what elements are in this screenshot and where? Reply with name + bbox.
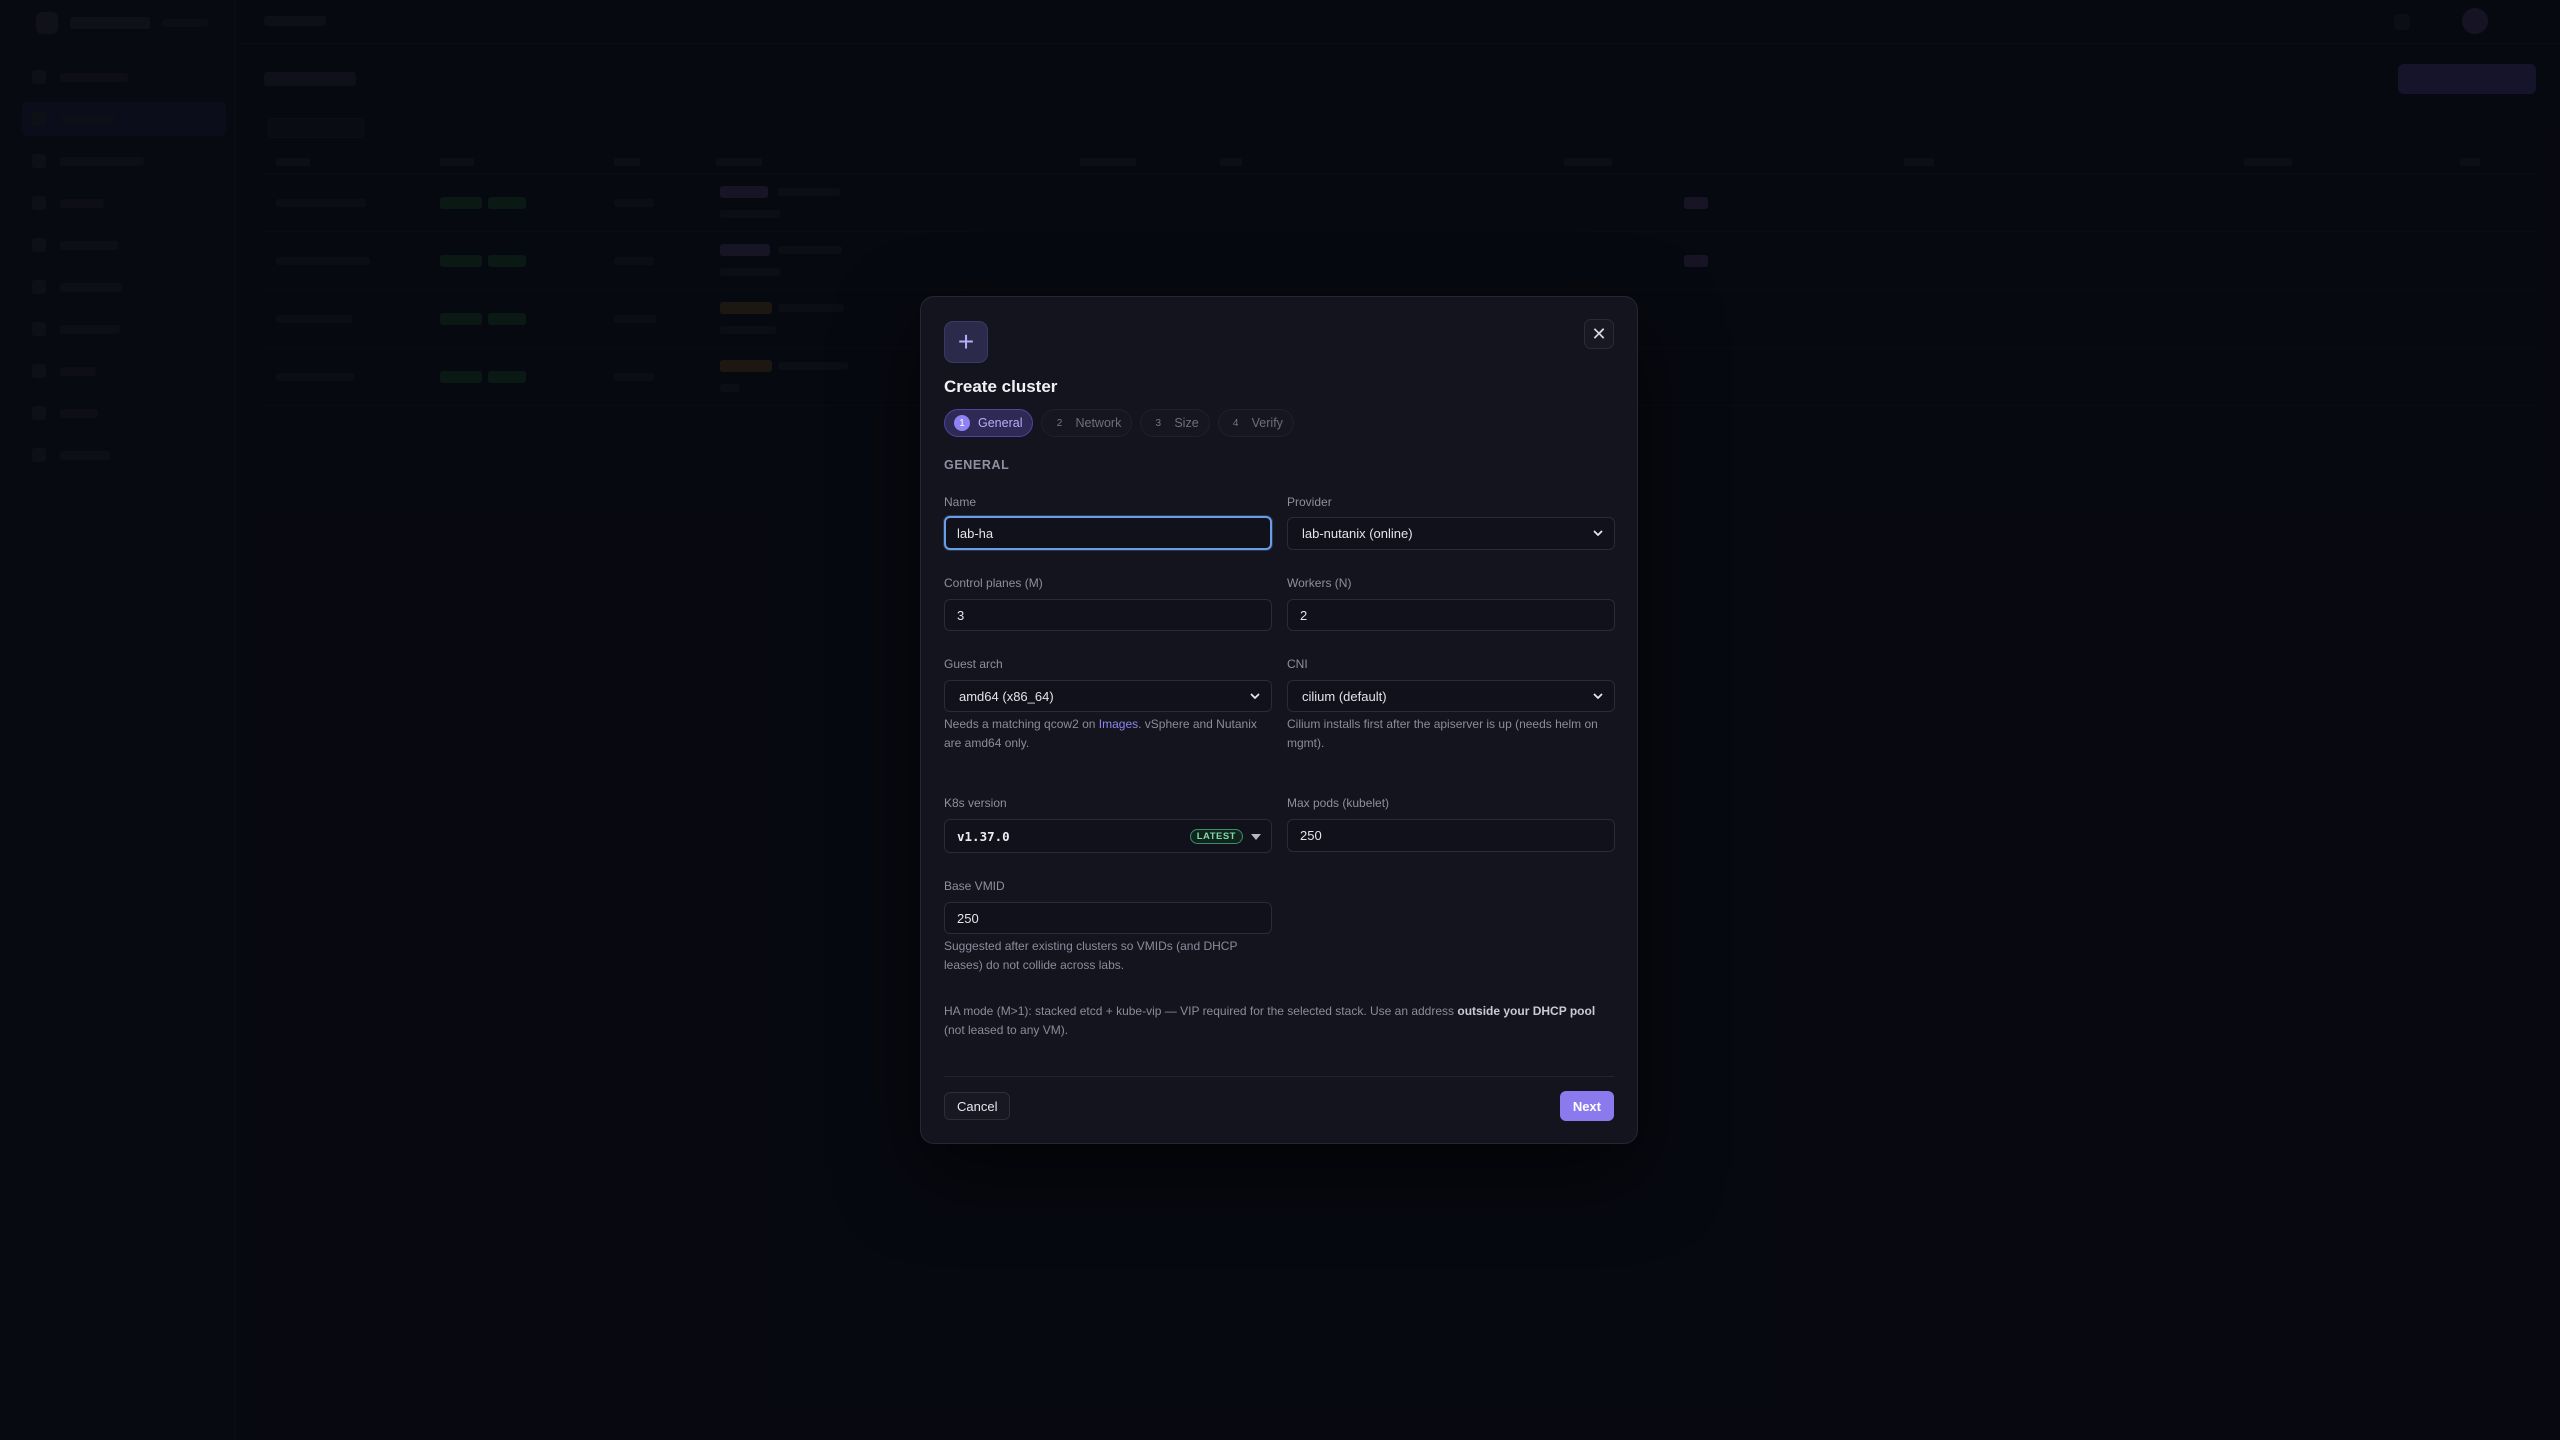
guest-arch-label: Guest arch [944,657,1003,671]
dialog-title: Create cluster [944,377,1058,396]
base-vmid-help: Suggested after existing clusters so VMI… [944,939,1238,972]
next-button[interactable]: Next [1559,1091,1614,1121]
close-button[interactable]: ✕ [1584,319,1614,349]
guest-arch-help: Needs a matching qcow2 on Images. vSpher… [944,717,1257,750]
base-vmid-label: Base VMID [944,879,1005,893]
step-size[interactable]: 3 Size [1140,409,1210,437]
caret-down-icon [1251,834,1261,840]
chevron-down-icon [1250,693,1260,699]
name-input[interactable]: lab-ha [944,516,1272,550]
provider-select[interactable]: lab-nutanix (online) [1287,517,1615,550]
control-planes-label: Control planes (M) [944,576,1043,590]
chevron-down-icon [1593,530,1603,536]
guest-arch-select[interactable]: amd64 (x86_64) [944,680,1272,712]
plus-icon: + [944,321,988,363]
name-label: Name [944,495,977,509]
k8s-version-select[interactable]: v1.37.0 LATEST [944,819,1272,853]
step-verify[interactable]: 4 Verify [1217,409,1294,437]
step-network[interactable]: 2 Network [1041,409,1133,437]
max-pods-label: Max pods (kubelet) [1287,796,1390,810]
workers-label: Workers (N) [1287,576,1352,590]
cni-help: Cilium installs first after the apiserve… [1287,717,1598,750]
control-planes-input[interactable]: 3 [944,599,1272,631]
close-icon: ✕ [1591,323,1607,344]
chevron-down-icon [1593,693,1603,699]
k8s-version-value: v1.37.0 [957,828,1010,844]
ha-mode-note: HA mode (M>1): stacked etcd + kube-vip —… [944,1004,1596,1037]
create-cluster-dialog: + ✕ Create cluster 1 General 2 Network 3… [920,296,1638,1144]
latest-badge: LATEST [1189,829,1243,844]
footer-divider [944,1076,1614,1077]
step-general[interactable]: 1 General [944,409,1034,437]
cni-label: CNI [1287,657,1308,671]
cancel-button[interactable]: Cancel [944,1092,1011,1120]
cni-select[interactable]: cilium (default) [1287,680,1615,712]
k8s-version-label: K8s version [944,796,1007,810]
workers-input[interactable]: 2 [1287,599,1615,631]
provider-label: Provider [1287,495,1332,509]
max-pods-input[interactable]: 250 [1287,819,1615,852]
base-vmid-input[interactable]: 250 [944,902,1272,934]
section-heading: GENERAL [944,458,1010,472]
stepper: 1 General 2 Network 3 Size 4 Verify [944,409,1294,437]
images-link[interactable]: Images [1099,717,1138,731]
